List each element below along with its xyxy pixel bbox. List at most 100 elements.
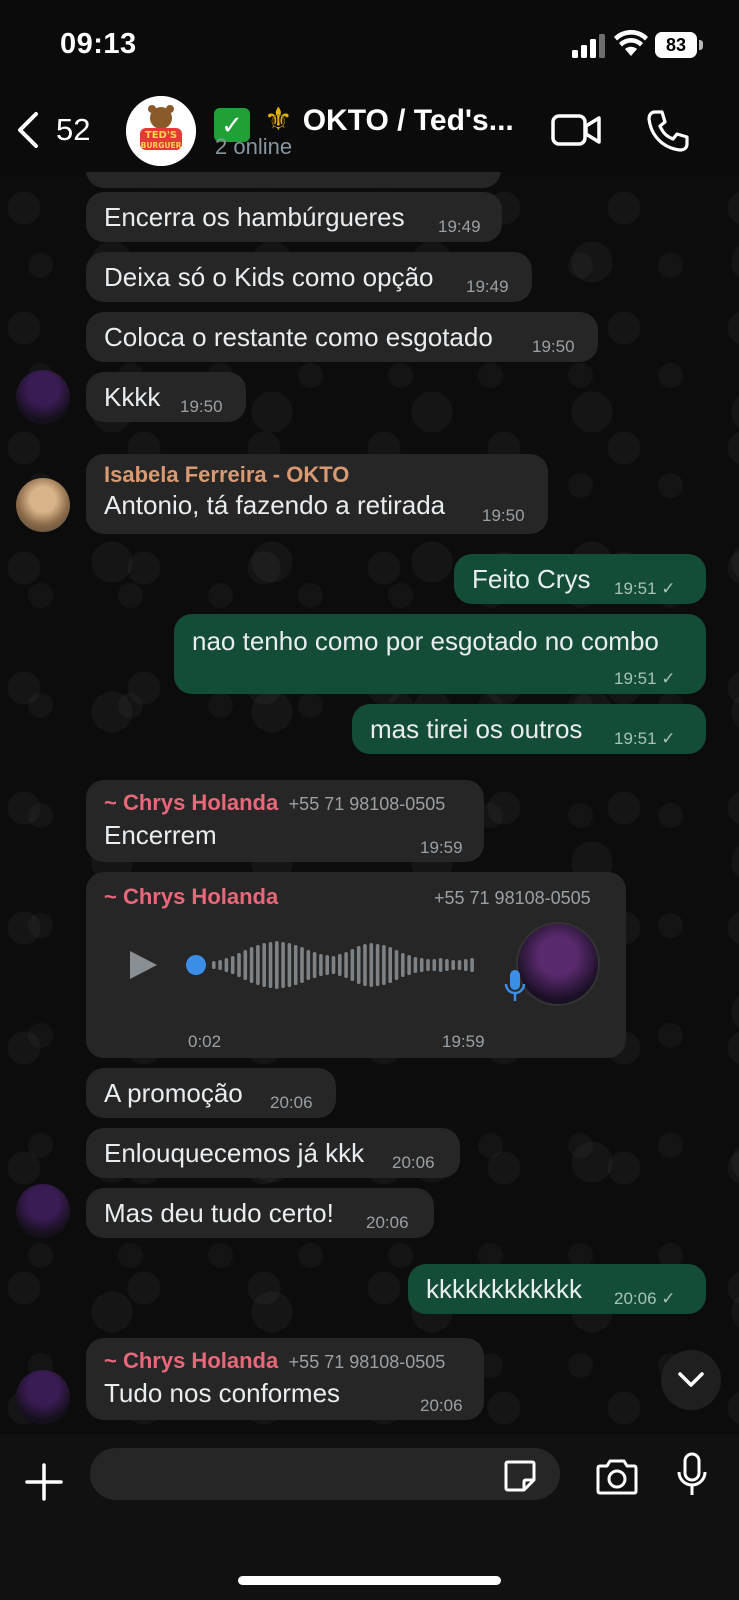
message-bubble-outgoing[interactable]: kkkkkkkkkkkk 20:06 ✓ [408, 1264, 706, 1314]
message-sender[interactable]: ~ Chrys Holanda [104, 790, 278, 815]
waveform-bar [256, 945, 260, 985]
message-sender[interactable]: ~ Chrys Holanda [104, 1348, 278, 1373]
composer-bar [0, 1434, 739, 1600]
message-bubble[interactable]: Coloca o restante como esgotado 19:50 [86, 312, 598, 362]
chevron-down-icon [678, 1372, 704, 1387]
group-avatar[interactable]: TED'S BURGUER [126, 96, 196, 166]
message-bubble-outgoing[interactable]: nao tenho como por esgotado no combo 19:… [174, 614, 706, 694]
waveform-bar [401, 953, 405, 977]
message-bubble-outgoing[interactable]: Feito Crys 19:51 ✓ [454, 554, 706, 604]
message-bubble[interactable]: Encerra os hambúrgueres 19:49 [86, 192, 502, 242]
message-text: kkkkkkkkkkkk [426, 1274, 582, 1304]
avatar-chrys[interactable] [16, 1370, 70, 1424]
message-sender[interactable]: Isabela Ferreira - OKTO [104, 462, 349, 488]
sender-phone: +55 71 98108-0505 [288, 794, 446, 814]
sender-phone: +55 71 98108-0505 [288, 1352, 446, 1372]
message-input[interactable] [90, 1448, 560, 1500]
back-button[interactable]: 52 [14, 108, 90, 152]
message-time: 20:06 [420, 1396, 463, 1415]
message-text: Feito Crys [472, 564, 591, 594]
unread-count: 52 [56, 112, 91, 147]
message-text: Coloca o restante como esgotado [104, 322, 493, 352]
avatar-chrys[interactable] [16, 370, 70, 424]
plus-icon[interactable] [24, 1462, 64, 1502]
check-icon: ✓ [661, 1289, 676, 1308]
message-time: 20:06 [366, 1213, 409, 1232]
message-time: 19:51 ✓ [614, 579, 676, 598]
message-bubble[interactable]: Enlouquecemos já kkk 20:06 [86, 1128, 460, 1178]
waveform-bar [470, 958, 474, 972]
message-bubble[interactable]: Deixa só o Kids como opção 19:49 [86, 252, 532, 302]
voice-sender-avatar [516, 922, 600, 1006]
message-bubble[interactable]: Kkkk 19:50 [86, 372, 246, 422]
voice-duration: 0:02 [188, 1032, 222, 1051]
svg-text:TED'S: TED'S [145, 130, 177, 141]
status-time: 09:13 [60, 28, 137, 60]
voice-progress-dot[interactable] [186, 955, 206, 975]
message-text: Encerrem [104, 820, 217, 850]
message-text: Encerra os hambúrgueres [104, 202, 405, 232]
waveform-bar [224, 958, 229, 972]
waveform-bar [218, 960, 222, 970]
message-text: mas tirei os outros [370, 714, 583, 744]
video-camera-icon[interactable] [550, 110, 602, 150]
phone-icon[interactable] [645, 108, 691, 154]
play-icon[interactable] [126, 948, 160, 982]
message-list[interactable]: Encerra os hambúrgueres 19:49 Deixa só o… [0, 172, 739, 1434]
message-time: 19:49 [438, 217, 481, 236]
teds-burguer-logo: TED'S BURGUER [126, 96, 196, 166]
waveform-bar [212, 961, 216, 969]
home-indicator [238, 1576, 501, 1585]
chevron-left-icon [18, 112, 38, 148]
battery-level: 83 [655, 32, 697, 58]
message-time: 19:50 [180, 397, 223, 416]
waveform-bar [268, 942, 273, 988]
waveform-bar [419, 958, 424, 972]
waveform-bar [363, 944, 367, 986]
waveform-bar [394, 950, 399, 980]
message-time: 19:49 [466, 277, 509, 296]
sender-phone: +55 71 98108-0505 [434, 888, 591, 908]
message-time: 20:06 [270, 1093, 313, 1112]
sticker-icon[interactable] [502, 1458, 538, 1494]
waveform-bar [293, 945, 298, 985]
message-sender[interactable]: ~ Chrys Holanda [104, 884, 278, 910]
waveform-bar [300, 947, 304, 983]
waveform-bar [407, 955, 411, 975]
waveform-bar [344, 952, 348, 978]
check-icon: ✓ [661, 729, 676, 748]
svg-text:BURGUER: BURGUER [141, 141, 182, 150]
voice-message-bubble[interactable]: ~ Chrys Holanda +55 71 98108-0505 0:02 1… [86, 872, 626, 1058]
waveform-bar [432, 959, 437, 971]
message-time: 19:51 ✓ [614, 669, 676, 688]
message-bubble[interactable]: ~ Chrys Holanda +55 71 98108-0505 Encerr… [86, 780, 484, 862]
message-text: Deixa só o Kids como opção [104, 262, 434, 292]
waveform-bar [338, 954, 342, 976]
message-bubble[interactable]: A promoção 20:06 [86, 1068, 336, 1118]
waveform-bar [262, 943, 266, 987]
chat-header: 52 TED'S BURGUER ✓ ⚜ OKTO / Ted's... 2 onl… [0, 90, 739, 172]
avatar-chrys[interactable] [16, 1184, 70, 1238]
waveform-bar [331, 956, 336, 974]
waveform-bar [464, 959, 468, 971]
message-bubble[interactable]: Mas deu tudo certo! 20:06 [86, 1188, 434, 1238]
waveform-bar [375, 944, 380, 986]
waveform-bar [312, 952, 317, 978]
message-text: Kkkk [104, 382, 161, 412]
message-bubble[interactable]: ~ Chrys Holanda +55 71 98108-0505 Tudo n… [86, 1338, 484, 1420]
check-icon: ✓ [661, 579, 676, 598]
waveform-bar [249, 947, 254, 983]
waveform-bar [382, 945, 386, 985]
message-time: 19:59 [442, 1032, 485, 1051]
message-time: 19:50 [532, 337, 575, 356]
message-bubble-outgoing[interactable]: mas tirei os outros 19:51 ✓ [352, 704, 706, 754]
wifi-icon [614, 30, 648, 56]
message-bubble[interactable]: Isabela Ferreira - OKTO Antonio, tá faze… [86, 454, 548, 534]
scroll-to-bottom-button[interactable] [661, 1350, 721, 1410]
message-text: Mas deu tudo certo! [104, 1198, 334, 1228]
battery-icon: 83 [655, 32, 703, 58]
microphone-icon [504, 970, 526, 1001]
microphone-icon[interactable] [676, 1452, 708, 1498]
avatar-isabela[interactable] [16, 478, 70, 532]
camera-icon[interactable] [594, 1458, 640, 1496]
